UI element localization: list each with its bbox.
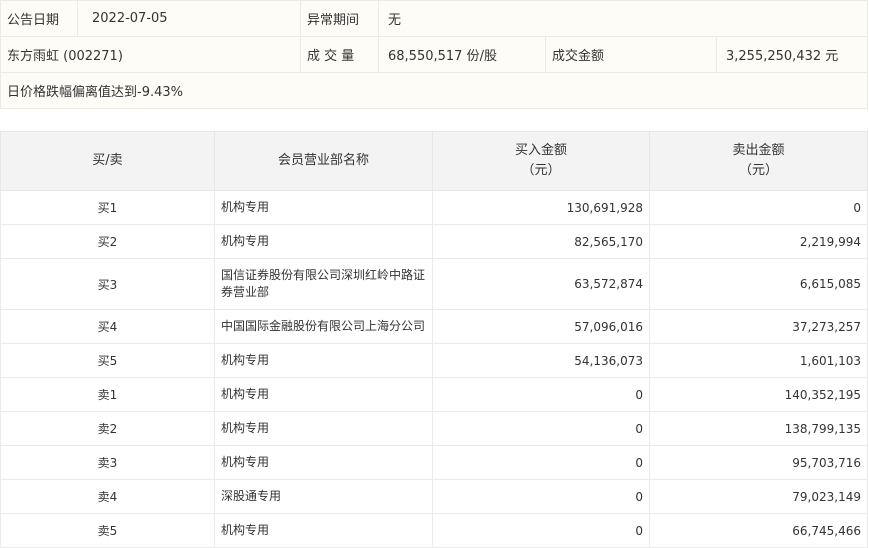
info-row-reason: 日价格跌幅偏离值达到-9.43% — [0, 72, 868, 109]
row-dept: 机构专用 — [214, 513, 433, 548]
row-dept: 国信证券股份有限公司深圳红岭中路证券营业部 — [214, 258, 433, 310]
header-buy-amount: 买入金额 （元） — [432, 131, 650, 191]
row-sell-amount: 37,273,257 — [649, 309, 868, 344]
row-sell-amount: 79,023,149 — [649, 479, 868, 514]
table-row: 卖2 机构专用 0 138,799,135 — [0, 411, 868, 446]
header-dept: 会员营业部名称 — [214, 131, 433, 191]
row-dept: 中国国际金融股份有限公司上海分公司 — [214, 309, 433, 344]
row-side: 买1 — [0, 190, 215, 225]
table-row: 卖3 机构专用 0 95,703,716 — [0, 445, 868, 480]
row-side: 卖1 — [0, 377, 215, 412]
row-sell-amount: 95,703,716 — [649, 445, 868, 480]
row-dept: 机构专用 — [214, 343, 433, 378]
announce-date-value: 2022-07-05 — [77, 0, 301, 37]
volume-value: 68,550,517 份/股 — [378, 36, 546, 73]
header-side: 买/卖 — [0, 131, 215, 191]
abnormal-period-label: 异常期间 — [300, 0, 379, 37]
table-row: 买5 机构专用 54,136,073 1,601,103 — [0, 343, 868, 378]
row-sell-amount: 66,745,466 — [649, 513, 868, 548]
row-buy-amount: 57,096,016 — [432, 309, 650, 344]
row-buy-amount: 0 — [432, 377, 650, 412]
row-sell-amount: 138,799,135 — [649, 411, 868, 446]
abnormal-period-value: 无 — [378, 0, 868, 37]
stock-name: 东方雨虹 (002271) — [0, 36, 301, 73]
announcement-info-table: 公告日期 2022-07-05 异常期间 无 东方雨虹 (002271) 成 交… — [0, 0, 868, 109]
row-side: 买3 — [0, 258, 215, 310]
table-header-row: 买/卖 会员营业部名称 买入金额 （元） 卖出金额 （元） — [0, 131, 868, 191]
row-dept: 机构专用 — [214, 445, 433, 480]
table-row: 卖1 机构专用 0 140,352,195 — [0, 377, 868, 412]
info-row-stock: 东方雨虹 (002271) 成 交 量 68,550,517 份/股 成交金额 … — [0, 36, 868, 73]
row-dept: 机构专用 — [214, 377, 433, 412]
row-buy-amount: 0 — [432, 479, 650, 514]
row-sell-amount: 140,352,195 — [649, 377, 868, 412]
row-side: 卖3 — [0, 445, 215, 480]
header-sell-amount: 卖出金额 （元） — [649, 131, 868, 191]
header-buy-amount-unit: （元） — [521, 163, 561, 178]
info-row-date: 公告日期 2022-07-05 异常期间 无 — [0, 0, 868, 37]
row-side: 买4 — [0, 309, 215, 344]
row-side: 买2 — [0, 224, 215, 259]
row-sell-amount: 6,615,085 — [649, 258, 868, 310]
table-row: 卖5 机构专用 0 66,745,466 — [0, 513, 868, 548]
table-row: 买1 机构专用 130,691,928 0 — [0, 190, 868, 225]
abnormal-reason: 日价格跌幅偏离值达到-9.43% — [0, 72, 868, 109]
row-side: 卖2 — [0, 411, 215, 446]
table-row: 买2 机构专用 82,565,170 2,219,994 — [0, 224, 868, 259]
header-sell-amount-unit: （元） — [738, 163, 778, 178]
row-buy-amount: 82,565,170 — [432, 224, 650, 259]
trading-seats-table: 买/卖 会员营业部名称 买入金额 （元） 卖出金额 （元） 买1 机构专用 13… — [0, 131, 868, 548]
announce-date-label: 公告日期 — [0, 0, 78, 37]
row-buy-amount: 0 — [432, 445, 650, 480]
table-row: 卖4 深股通专用 0 79,023,149 — [0, 479, 868, 514]
row-buy-amount: 63,572,874 — [432, 258, 650, 310]
row-buy-amount: 130,691,928 — [432, 190, 650, 225]
amount-value: 3,255,250,432 元 — [716, 36, 868, 73]
row-buy-amount: 0 — [432, 411, 650, 446]
row-sell-amount: 0 — [649, 190, 868, 225]
header-buy-amount-title: 买入金额 — [514, 143, 567, 158]
row-side: 买5 — [0, 343, 215, 378]
row-sell-amount: 2,219,994 — [649, 224, 868, 259]
row-dept: 机构专用 — [214, 224, 433, 259]
table-row: 买4 中国国际金融股份有限公司上海分公司 57,096,016 37,273,2… — [0, 309, 868, 344]
header-sell-amount-title: 卖出金额 — [732, 143, 785, 158]
row-side: 卖5 — [0, 513, 215, 548]
amount-label: 成交金额 — [545, 36, 717, 73]
row-side: 卖4 — [0, 479, 215, 514]
row-sell-amount: 1,601,103 — [649, 343, 868, 378]
row-dept: 深股通专用 — [214, 479, 433, 514]
row-dept: 机构专用 — [214, 411, 433, 446]
table-row: 买3 国信证券股份有限公司深圳红岭中路证券营业部 63,572,874 6,61… — [0, 258, 868, 310]
row-dept: 机构专用 — [214, 190, 433, 225]
row-buy-amount: 0 — [432, 513, 650, 548]
row-buy-amount: 54,136,073 — [432, 343, 650, 378]
volume-label: 成 交 量 — [300, 36, 379, 73]
